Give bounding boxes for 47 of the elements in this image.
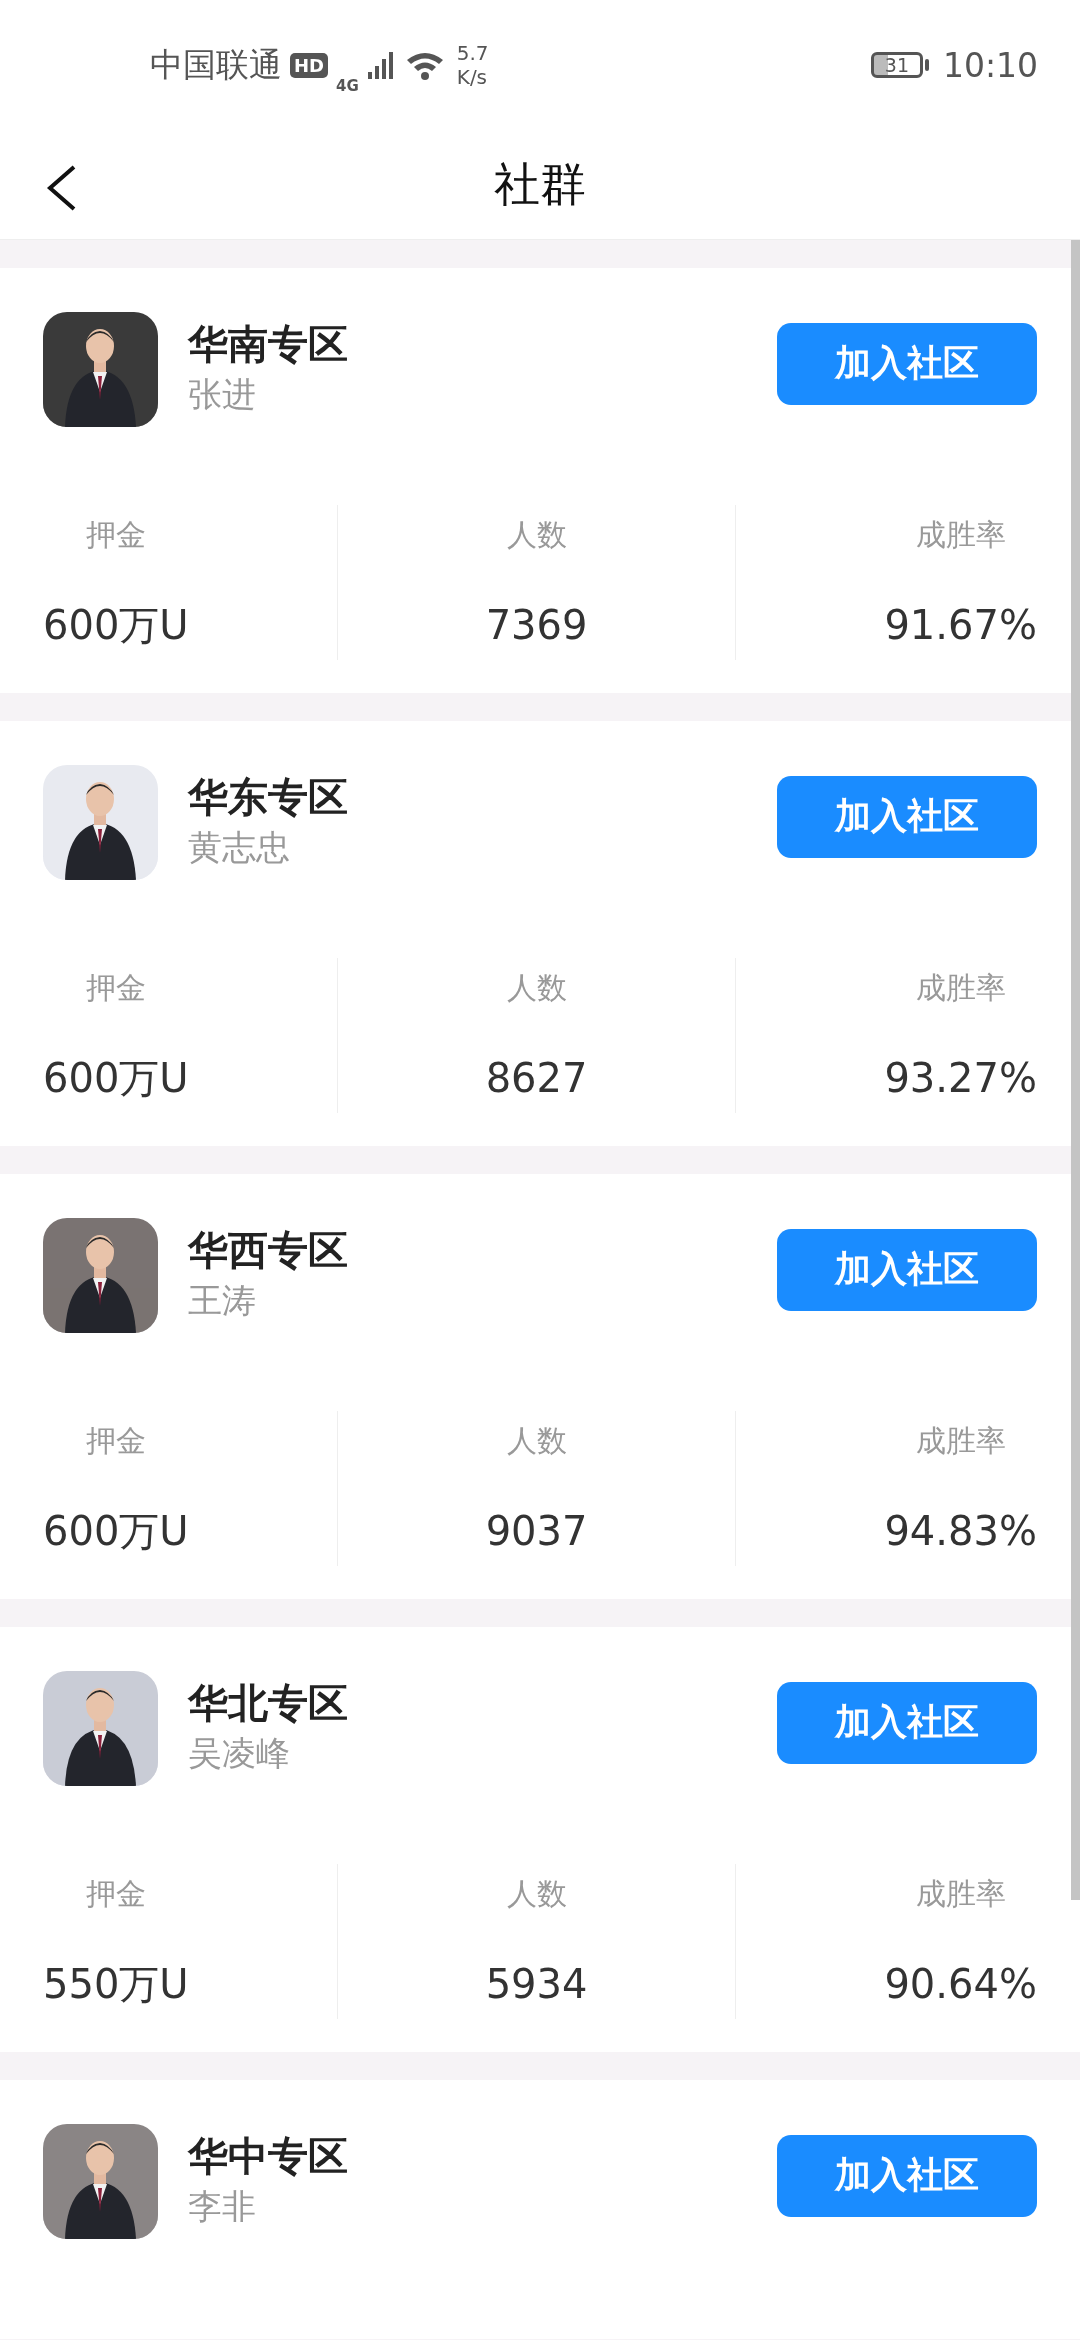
battery-icon: 31 (870, 52, 923, 78)
stat-label: 成胜率 (915, 516, 1006, 554)
stat-label: 人数 (506, 1422, 567, 1460)
clock-time: 10:10 (942, 45, 1038, 85)
leader-name: 王涛 (188, 1278, 257, 1322)
join-button[interactable]: 加入社区 (777, 1228, 1037, 1311)
leader-name: 李非 (188, 2184, 257, 2228)
stat-value: 94.83% (884, 1507, 1037, 1556)
stat-label: 人数 (506, 516, 567, 554)
stat-value: 8627 (485, 1054, 588, 1103)
leader-name: 吴凌峰 (188, 1731, 291, 1775)
page-title: 社群 (494, 155, 586, 213)
carrier-name: 中国联通 (150, 43, 282, 86)
stat-label: 押金 (85, 516, 146, 554)
hd-badge: HD (290, 52, 328, 78)
stat-label: 成胜率 (915, 969, 1006, 1007)
stat-label: 人数 (506, 969, 567, 1007)
stat-label: 成胜率 (915, 1422, 1006, 1460)
stat-label: 押金 (85, 969, 146, 1007)
join-button[interactable]: 加入社区 (777, 775, 1037, 858)
community-title: 华中专区 (188, 2131, 349, 2181)
stat-value: 600万U (43, 1507, 189, 1556)
community-title: 华南专区 (188, 319, 349, 369)
network-speed: 5.7 (456, 41, 489, 65)
leader-name: 黄志忠 (188, 825, 291, 869)
join-button[interactable]: 加入社区 (777, 1681, 1037, 1764)
stat-label: 人数 (506, 1875, 567, 1913)
join-button[interactable]: 加入社区 (777, 2134, 1037, 2217)
community-title: 华东专区 (188, 772, 349, 822)
stat-value: 90.64% (884, 1960, 1037, 2009)
stat-value: 93.27% (884, 1054, 1037, 1103)
join-button[interactable]: 加入社区 (777, 322, 1037, 405)
stat-value: 600万U (43, 601, 189, 650)
stat-value: 600万U (43, 1054, 189, 1103)
stat-value: 7369 (485, 601, 588, 650)
leader-name: 张进 (188, 372, 257, 416)
stat-label: 押金 (85, 1875, 146, 1913)
network-type: 4G (336, 77, 359, 95)
stat-label: 押金 (85, 1422, 146, 1460)
stat-label: 成胜率 (915, 1875, 1006, 1913)
speed-unit: K/s (456, 65, 489, 89)
community-title: 华北专区 (188, 1678, 349, 1728)
stat-value: 9037 (485, 1507, 588, 1556)
stat-value: 550万U (43, 1960, 189, 2009)
community-title: 华西专区 (188, 1225, 349, 1275)
stat-value: 91.67% (884, 601, 1037, 650)
stat-value: 5934 (485, 1960, 588, 2009)
